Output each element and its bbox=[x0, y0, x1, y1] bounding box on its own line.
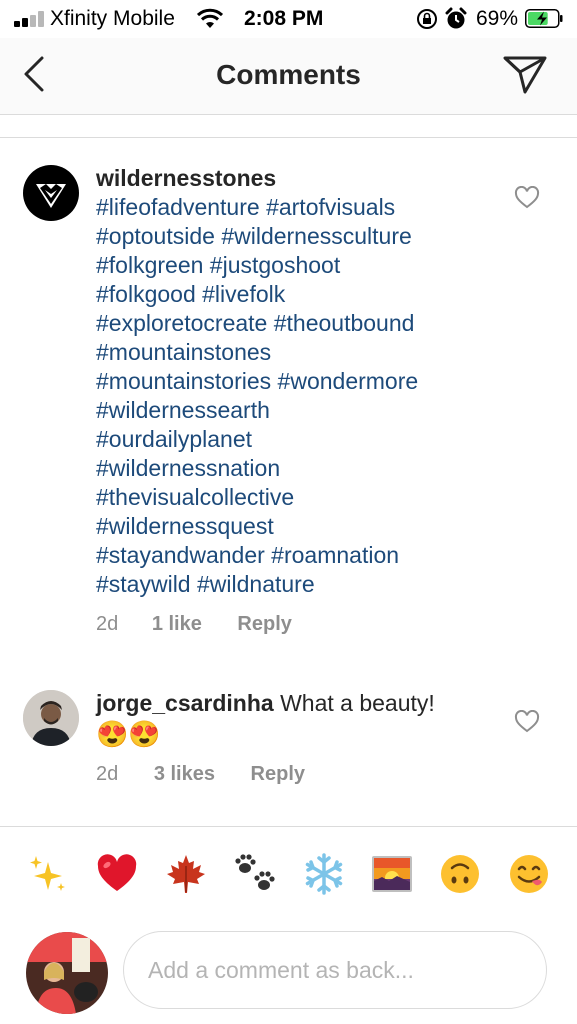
battery-percent: 69% bbox=[476, 7, 519, 30]
comment-meta: 2d 1 like Reply bbox=[96, 613, 292, 636]
sunset-emoji[interactable] bbox=[370, 852, 414, 896]
maple-leaf-emoji[interactable] bbox=[164, 852, 208, 896]
comment-username[interactable]: wildernesstones bbox=[96, 165, 276, 191]
hashtag-line[interactable]: #thevisualcollective bbox=[96, 483, 496, 512]
hashtag-line[interactable]: #folkgreen #justgoshoot bbox=[96, 251, 496, 280]
hashtag-line[interactable]: #wildernessnation bbox=[96, 454, 496, 483]
savoring-food-face-emoji[interactable] bbox=[507, 852, 551, 896]
person-photo bbox=[23, 690, 79, 746]
heart-icon[interactable] bbox=[514, 710, 540, 734]
red-heart-emoji[interactable] bbox=[95, 852, 139, 896]
comment-body: jorge_csardinha What a beauty! 😍😍 bbox=[96, 689, 496, 750]
hashtag-line[interactable]: #wildernessearth bbox=[96, 396, 496, 425]
hashtag-line[interactable]: #wildernessquest bbox=[96, 512, 496, 541]
nav-bar: Comments bbox=[0, 38, 577, 114]
comment-username[interactable]: jorge_csardinha bbox=[96, 690, 274, 716]
paper-plane-icon[interactable] bbox=[501, 52, 549, 96]
hashtag-line[interactable]: #lifeofadventure #artofvisuals bbox=[96, 193, 496, 222]
sparkles-emoji[interactable] bbox=[26, 852, 70, 896]
reply-button[interactable]: Reply bbox=[251, 763, 305, 786]
hashtag-line[interactable]: #folkgood #livefolk bbox=[96, 280, 496, 309]
user-photo bbox=[26, 932, 108, 1014]
likes-count[interactable]: 3 likes bbox=[154, 763, 215, 786]
likes-count[interactable]: 1 like bbox=[152, 613, 202, 636]
comment-time: 2d bbox=[96, 763, 119, 785]
alarm-icon bbox=[445, 7, 467, 29]
hashtag-line[interactable]: #mountainstones bbox=[96, 338, 496, 367]
comment-time: 2d bbox=[96, 613, 119, 635]
current-user-avatar[interactable] bbox=[26, 932, 108, 1014]
reply-button[interactable]: Reply bbox=[237, 613, 291, 636]
page-title: Comments bbox=[216, 59, 361, 90]
hashtag-line[interactable]: #staywild #wildnature bbox=[96, 570, 496, 599]
status-time: 2:08 PM bbox=[244, 7, 324, 30]
caption-divider bbox=[0, 137, 577, 138]
comment-input[interactable] bbox=[123, 931, 547, 1009]
comment-meta: 2d 3 likes Reply bbox=[96, 763, 305, 786]
comment-body: wildernesstones #lifeofadventure #artofv… bbox=[96, 164, 496, 599]
avatar[interactable] bbox=[23, 690, 79, 746]
status-bar: Xfinity Mobile 2:08 PM 69% bbox=[0, 0, 577, 38]
rotation-lock-icon bbox=[417, 9, 437, 29]
mountain-logo-icon bbox=[36, 184, 66, 208]
comment-emoji: 😍😍 bbox=[96, 719, 161, 749]
battery-charging-icon bbox=[525, 9, 563, 28]
emoji-bar bbox=[0, 826, 577, 924]
wifi-icon bbox=[197, 8, 223, 28]
hashtag-line[interactable]: #ourdailyplanet bbox=[96, 425, 496, 454]
nav-divider bbox=[0, 114, 577, 115]
hashtag-line[interactable]: #mountainstories #wondermore bbox=[96, 367, 496, 396]
hashtag-line[interactable]: #optoutside #wildernessculture bbox=[96, 222, 496, 251]
hashtag-line[interactable]: #stayandwander #roamnation bbox=[96, 541, 496, 570]
upside-down-face-emoji[interactable] bbox=[438, 852, 482, 896]
heart-icon[interactable] bbox=[514, 186, 540, 210]
signal-icon bbox=[14, 9, 48, 27]
comment-text: What a beauty! bbox=[280, 690, 435, 716]
snowflake-emoji[interactable] bbox=[302, 852, 346, 896]
carrier-name: Xfinity Mobile bbox=[50, 7, 175, 30]
hashtag-line[interactable]: #exploretocreate #theoutbound bbox=[96, 309, 496, 338]
paw-prints-emoji[interactable] bbox=[233, 852, 277, 896]
avatar[interactable] bbox=[23, 165, 79, 221]
